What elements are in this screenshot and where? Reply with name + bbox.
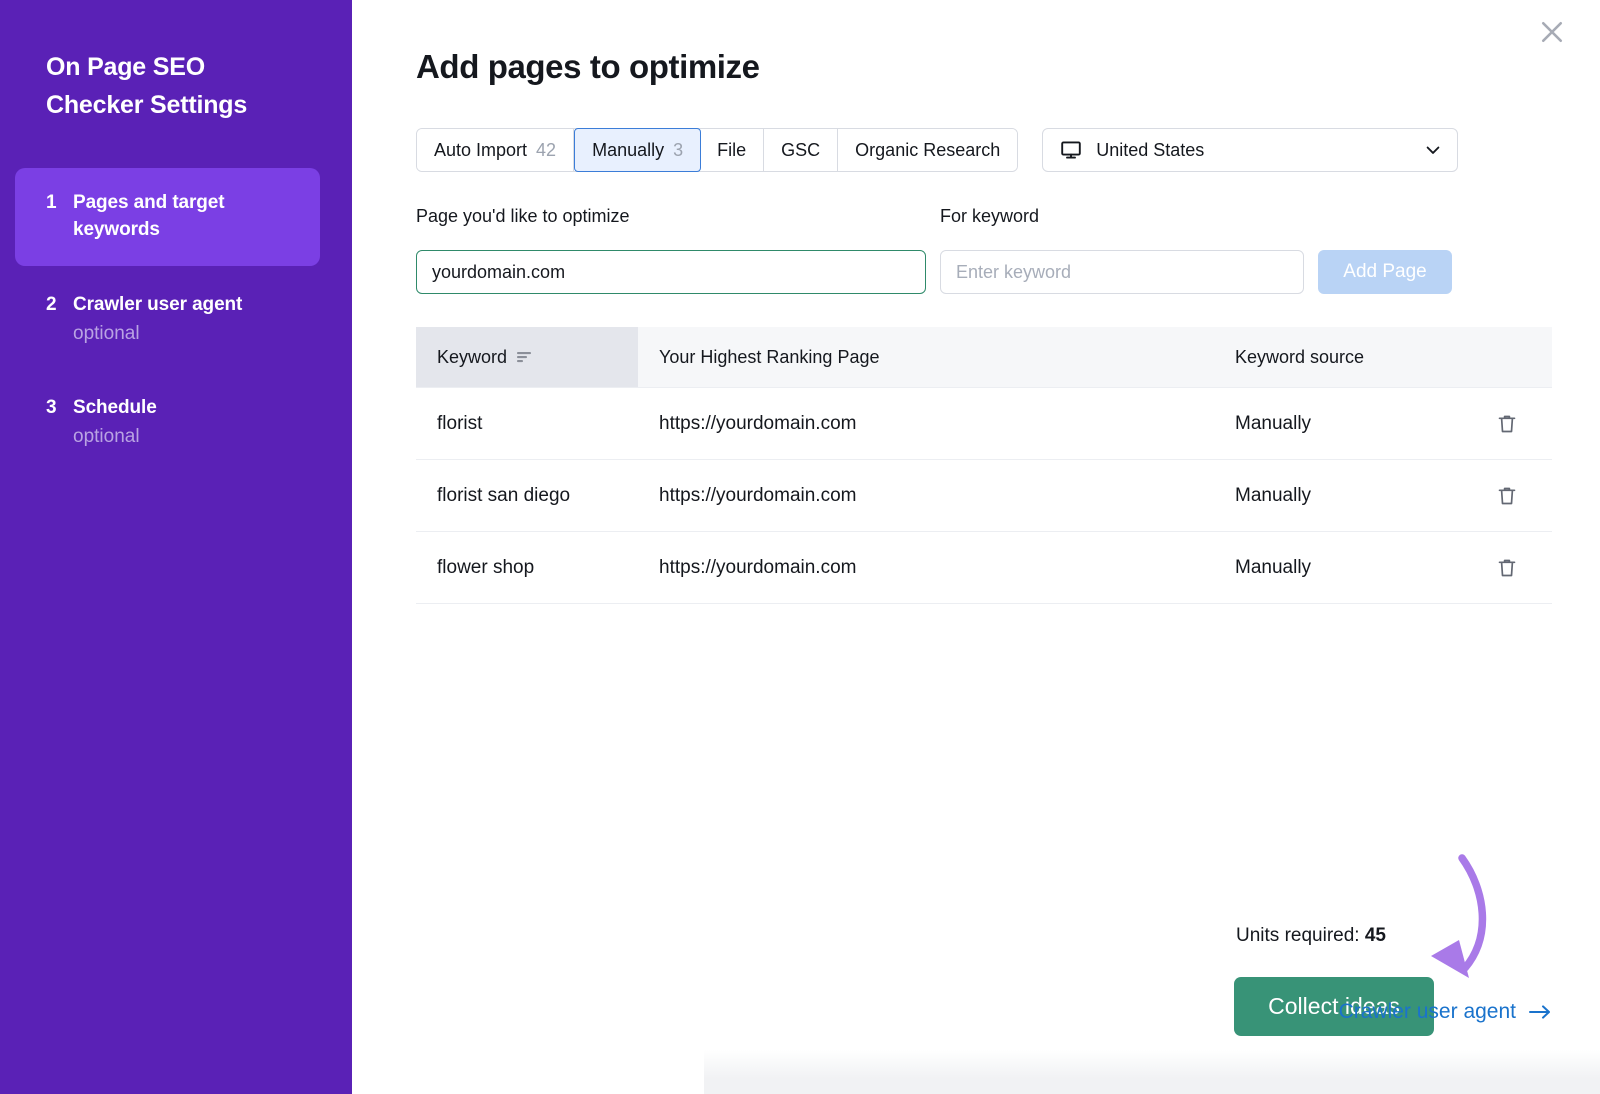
cell-keyword: florist [437,412,483,434]
column-header-highest-ranking-page: Your Highest Ranking Page [638,327,1214,387]
cell-keyword: florist san diego [437,484,571,506]
table-row: florist https://yourdomain.com Manually [416,388,1552,460]
fields-row: Add Page [416,250,1452,294]
tab-label: Auto Import [434,139,528,160]
sidebar-title: On Page SEO Checker Settings [46,53,248,119]
tab-label: File [717,139,747,160]
step-number: 3 [46,397,57,419]
column-header-label: Keyword [437,346,508,367]
step-number: 2 [46,293,57,315]
monitor-icon [1061,141,1082,159]
column-header-label: Keyword source [1235,346,1365,367]
cell-page: https://yourdomain.com [659,556,857,578]
units-required-value: 45 [1364,925,1386,946]
column-header-keyword-source: Keyword source [1214,327,1552,387]
sidebar-steps: 1 Pages and target keywords 2 Crawler us… [15,168,320,473]
tab-label: Organic Research [855,139,1001,160]
page-field-label: Page you'd like to optimize [416,206,630,226]
trash-icon [1498,559,1516,576]
modal-content: Add pages to optimize Auto Import 42 Man… [352,0,1600,1094]
cell-keyword: flower shop [437,556,535,578]
tab-count: 42 [536,139,557,160]
field-labels: Page you'd like to optimize For keyword [416,206,1039,227]
table-header-row: Keyword Your Highest Ranking Page Keywor… [416,327,1552,388]
page-url-input[interactable] [416,250,926,294]
delete-row-button[interactable] [1462,388,1552,459]
tab-auto-import[interactable]: Auto Import 42 [417,129,575,171]
sidebar-item-schedule[interactable]: 3 Schedule optional [15,373,320,473]
cell-source: Manually [1235,412,1312,434]
country-select-value: United States [1096,139,1205,160]
sort-descending-icon [517,352,532,363]
add-page-button[interactable]: Add Page [1318,250,1452,294]
arrow-right-icon [1529,1005,1550,1019]
close-icon [1541,21,1563,43]
trash-icon [1498,487,1516,504]
country-select[interactable]: United States [1042,128,1459,172]
close-button[interactable] [1528,8,1576,56]
step-label: Schedule [73,397,157,419]
tab-count: 3 [673,139,684,160]
add-pages-modal: On Page SEO Checker Settings 1 Pages and… [0,0,1600,1094]
source-tabs: Auto Import 42 Manually 3 File GSC Organ… [416,128,1019,172]
tab-label: GSC [781,139,821,160]
table-row: florist san diego https://yourdomain.com… [416,460,1552,532]
delete-row-button[interactable] [1462,532,1552,603]
sidebar-item-pages-and-target-keywords[interactable]: 1 Pages and target keywords [15,168,320,266]
tab-gsc[interactable]: GSC [764,129,839,171]
cell-source: Manually [1235,556,1312,578]
trash-icon [1498,415,1516,432]
units-required: Units required: 45 [1236,925,1386,947]
tab-file[interactable]: File [700,129,765,171]
tab-manually[interactable]: Manually 3 [574,128,702,172]
keywords-table: Keyword Your Highest Ranking Page Keywor… [416,327,1552,604]
units-required-label: Units required: [1236,925,1360,946]
cell-page: https://yourdomain.com [659,484,857,506]
settings-sidebar: On Page SEO Checker Settings 1 Pages and… [0,0,352,1094]
chevron-down-icon [1426,146,1440,154]
step-label: Pages and target keywords [73,192,225,240]
step-sublabel: optional [73,322,140,344]
delete-row-button[interactable] [1462,460,1552,531]
tab-label: Manually [592,139,665,160]
tab-organic-research[interactable]: Organic Research [838,129,1018,171]
table-row: flower shop https://yourdomain.com Manua… [416,532,1552,604]
crawler-user-agent-label: Crawler user agent [1338,1000,1516,1023]
page-title: Add pages to optimize [416,48,760,85]
keyword-field-label: For keyword [940,206,1040,226]
controls-row: Auto Import 42 Manually 3 File GSC Organ… [416,128,1552,172]
column-header-keyword[interactable]: Keyword [416,327,638,387]
keyword-input[interactable] [940,250,1304,294]
crawler-user-agent-link[interactable]: Crawler user agent [1339,1000,1552,1024]
cell-source: Manually [1235,484,1312,506]
sidebar-item-crawler-user-agent[interactable]: 2 Crawler user agent optional [15,270,320,370]
step-label: Crawler user agent [73,293,243,315]
cell-page: https://yourdomain.com [659,412,857,434]
modal-footer-strip [704,1050,1600,1094]
step-number: 1 [46,192,57,213]
column-header-label: Your Highest Ranking Page [659,346,880,367]
step-sublabel: optional [73,426,140,448]
